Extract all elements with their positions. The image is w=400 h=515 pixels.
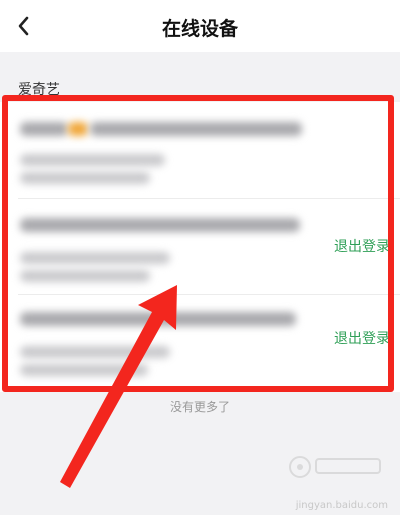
device-name-blurred bbox=[20, 218, 300, 232]
device-info-blurred bbox=[20, 364, 148, 376]
device-name-blurred bbox=[90, 122, 302, 136]
device-list: 退出登录 退出登录 bbox=[0, 102, 400, 392]
section-label: 爱奇艺 bbox=[18, 82, 60, 98]
device-row: 退出登录 bbox=[0, 296, 400, 392]
no-more-text: 没有更多了 bbox=[169, 400, 230, 414]
device-row: 退出登录 bbox=[0, 200, 400, 296]
device-row bbox=[0, 102, 400, 198]
app-header: 在线设备 bbox=[0, 0, 400, 52]
device-info-blurred bbox=[20, 252, 170, 264]
device-info-blurred bbox=[20, 346, 170, 358]
page-title: 在线设备 bbox=[161, 18, 238, 40]
watermark-url: jingyan.baidu.com bbox=[295, 500, 388, 511]
device-name-blurred bbox=[68, 122, 88, 136]
row-divider bbox=[18, 198, 400, 199]
device-info-blurred bbox=[20, 270, 150, 282]
device-info-blurred bbox=[20, 154, 165, 166]
device-name-blurred bbox=[20, 122, 68, 136]
device-info-blurred bbox=[20, 172, 150, 184]
logout-button[interactable]: 退出登录 bbox=[334, 328, 390, 348]
logout-button[interactable]: 退出登录 bbox=[334, 236, 390, 256]
row-divider bbox=[18, 294, 400, 295]
baidu-jingyan-logo bbox=[289, 456, 381, 478]
device-name-blurred bbox=[20, 312, 296, 326]
